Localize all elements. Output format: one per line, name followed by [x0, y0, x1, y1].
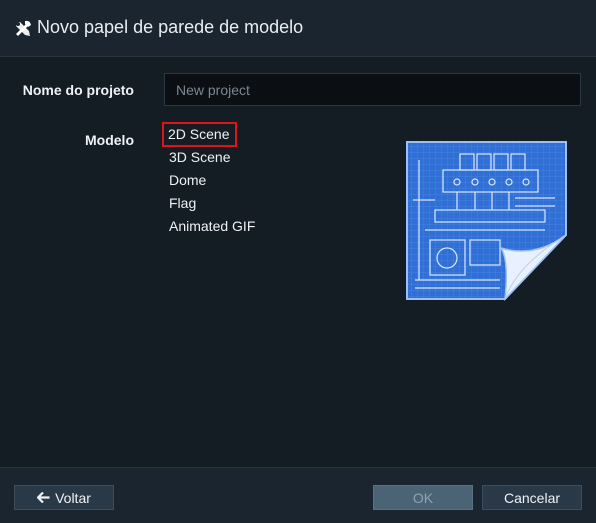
dialog-title: Novo papel de parede de modelo: [37, 17, 304, 37]
arrow-left-icon: [37, 492, 50, 503]
project-name-input[interactable]: [164, 73, 581, 106]
model-item-dome[interactable]: Dome: [169, 171, 255, 194]
tools-icon: [16, 20, 31, 36]
ok-button[interactable]: OK: [373, 485, 473, 510]
model-item-3d-scene[interactable]: 3D Scene: [169, 148, 255, 171]
cancel-button[interactable]: Cancelar: [482, 485, 582, 510]
dialog-titlebar: Novo papel de parede de modelo: [0, 0, 596, 57]
back-button[interactable]: Voltar: [14, 485, 114, 510]
model-label: Modelo: [85, 132, 134, 148]
blueprint-icon: [406, 141, 567, 301]
ok-button-label: OK: [412, 489, 434, 506]
dialog-footer: Voltar OK Cancelar: [0, 467, 596, 523]
project-name-label: Nome do projeto: [22, 82, 134, 98]
model-item-animated-gif[interactable]: Animated GIF: [169, 217, 255, 240]
back-button-label: Voltar: [55, 489, 91, 506]
model-list: 2D Scene 3D Scene Dome Flag Animated GIF: [161, 122, 255, 240]
model-item-2d-scene[interactable]: 2D Scene: [161, 122, 255, 148]
dialog-body: Nome do projeto Modelo 2D Scene 3D Scene…: [0, 57, 596, 467]
model-item-flag[interactable]: Flag: [169, 194, 255, 217]
cancel-button-label: Cancelar: [503, 489, 561, 506]
